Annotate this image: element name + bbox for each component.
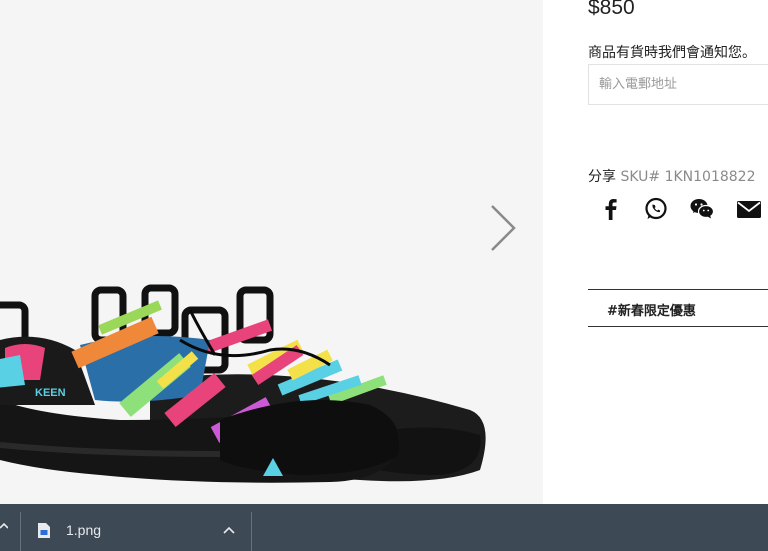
email-icon[interactable]: [736, 196, 762, 222]
chevron-up-icon[interactable]: [222, 525, 236, 535]
brand-logo: KEEN: [35, 387, 66, 399]
email-field[interactable]: [588, 64, 768, 105]
product-image: KEEN: [0, 284, 486, 483]
share-row: 分享 SKU# 1KN1018822: [588, 166, 755, 186]
file-icon: [38, 523, 50, 538]
facebook-icon[interactable]: [598, 196, 624, 222]
divider: [251, 512, 252, 551]
notify-label: 商品有貨時我們會通知您。: [588, 45, 756, 61]
whatsapp-icon[interactable]: [643, 196, 669, 222]
product-price: $850: [588, 0, 635, 19]
download-item[interactable]: 1.png: [22, 504, 250, 551]
product-details-panel: $850 商品有貨時我們會通知您。 分享 SKU# 1KN1018822 #新春…: [543, 0, 768, 504]
file-name: 1.png: [66, 522, 102, 538]
divider: [20, 512, 21, 551]
promo-text: #新春限定優惠: [607, 304, 696, 319]
promo-tag[interactable]: #新春限定優惠: [588, 289, 768, 327]
product-gallery: KEEN: [0, 0, 543, 504]
share-label: 分享: [588, 169, 616, 185]
next-image-chevron-icon[interactable]: [484, 200, 524, 256]
wechat-icon[interactable]: [689, 196, 715, 222]
chevron-up-icon[interactable]: [0, 518, 8, 534]
download-bar: 1.png: [0, 504, 768, 551]
sku-text: SKU# 1KN1018822: [620, 169, 756, 185]
